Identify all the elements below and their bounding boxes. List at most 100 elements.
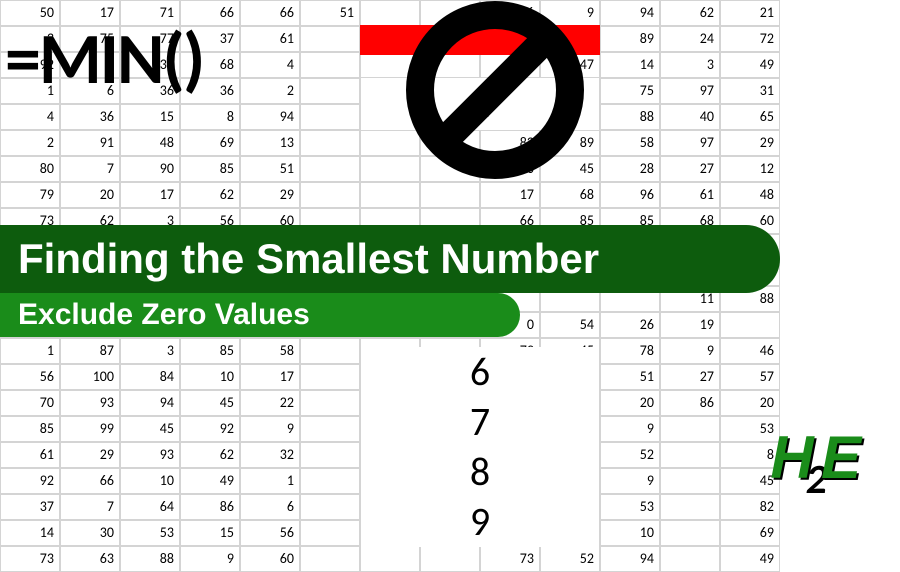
grid-cell: 94 <box>120 390 180 416</box>
grid-cell: 1 <box>0 338 60 364</box>
grid-cell: 21 <box>720 0 780 26</box>
grid-cell: 69 <box>720 520 780 546</box>
grid-cell: 12 <box>720 156 780 182</box>
grid-cell: 85 <box>180 156 240 182</box>
center-number-7: 7 <box>360 397 600 447</box>
grid-cell: 93 <box>60 390 120 416</box>
grid-cell: 30 <box>60 520 120 546</box>
grid-cell: 61 <box>660 182 720 208</box>
grid-cell: 17 <box>480 182 540 208</box>
grid-cell <box>300 338 360 364</box>
grid-cell: 93 <box>120 442 180 468</box>
grid-cell: 20 <box>600 390 660 416</box>
grid-cell <box>720 312 780 338</box>
grid-cell: 73 <box>0 546 60 572</box>
grid-cell: 45 <box>180 390 240 416</box>
h2e-logo: H2E <box>770 423 875 492</box>
grid-cell: 94 <box>600 546 660 572</box>
grid-cell <box>300 78 360 104</box>
grid-cell: 60 <box>240 546 300 572</box>
grid-cell: 66 <box>240 0 300 26</box>
grid-cell: 40 <box>660 104 720 130</box>
grid-cell: 56 <box>240 520 300 546</box>
grid-cell: 2 <box>0 130 60 156</box>
grid-cell: 46 <box>720 338 780 364</box>
grid-cell: 7 <box>60 156 120 182</box>
grid-cell <box>300 390 360 416</box>
grid-cell: 27 <box>660 364 720 390</box>
grid-cell: 62 <box>180 442 240 468</box>
grid-cell: 10 <box>180 364 240 390</box>
grid-cell: 29 <box>240 182 300 208</box>
grid-cell: 15 <box>120 104 180 130</box>
title-banner: Finding the Smallest Number <box>0 225 780 293</box>
grid-cell: 45 <box>120 416 180 442</box>
grid-cell: 86 <box>180 494 240 520</box>
grid-cell: 36 <box>60 104 120 130</box>
grid-cell: 9 <box>660 338 720 364</box>
grid-cell: 57 <box>720 364 780 390</box>
grid-cell: 37 <box>0 494 60 520</box>
grid-cell <box>360 182 420 208</box>
grid-cell <box>300 364 360 390</box>
grid-row: 79201762291768966148 <box>0 182 900 208</box>
grid-cell: 58 <box>240 338 300 364</box>
logo-e: E <box>821 424 861 491</box>
grid-row: 73638896073529449 <box>0 546 900 572</box>
grid-cell <box>300 130 360 156</box>
grid-cell <box>660 416 720 442</box>
grid-cell: 88 <box>120 546 180 572</box>
grid-cell: 14 <box>0 520 60 546</box>
grid-cell: 65 <box>720 104 780 130</box>
grid-cell: 82 <box>720 494 780 520</box>
grid-cell <box>300 468 360 494</box>
grid-cell: 9 <box>600 468 660 494</box>
grid-cell: 80 <box>0 156 60 182</box>
grid-cell: 100 <box>60 364 120 390</box>
grid-cell <box>420 182 480 208</box>
grid-cell: 26 <box>600 312 660 338</box>
grid-cell: 51 <box>240 156 300 182</box>
grid-cell: 92 <box>180 416 240 442</box>
grid-cell: 79 <box>0 182 60 208</box>
grid-cell: 85 <box>0 416 60 442</box>
grid-cell: 3 <box>660 52 720 78</box>
grid-cell: 6 <box>240 494 300 520</box>
grid-cell: 92 <box>0 468 60 494</box>
grid-cell: 32 <box>240 442 300 468</box>
grid-cell: 19 <box>660 312 720 338</box>
grid-cell: 29 <box>60 442 120 468</box>
grid-cell: 20 <box>720 390 780 416</box>
grid-cell: 13 <box>240 130 300 156</box>
grid-cell: 90 <box>120 156 180 182</box>
grid-cell: 48 <box>120 130 180 156</box>
grid-cell <box>300 156 360 182</box>
grid-cell: 89 <box>600 26 660 52</box>
grid-cell: 62 <box>660 0 720 26</box>
grid-cell: 52 <box>540 546 600 572</box>
grid-cell: 9 <box>180 546 240 572</box>
grid-cell: 7 <box>60 494 120 520</box>
grid-cell: 4 <box>0 104 60 130</box>
grid-cell <box>300 442 360 468</box>
grid-cell: 51 <box>300 0 360 26</box>
grid-cell: 17 <box>240 364 300 390</box>
grid-cell: 58 <box>600 130 660 156</box>
grid-cell: 29 <box>720 130 780 156</box>
grid-cell: 54 <box>540 312 600 338</box>
grid-cell <box>660 494 720 520</box>
grid-cell: 22 <box>240 390 300 416</box>
grid-cell: 66 <box>60 468 120 494</box>
grid-cell <box>300 182 360 208</box>
grid-cell: 1 <box>240 468 300 494</box>
center-number-9: 9 <box>360 497 600 547</box>
grid-cell: 61 <box>240 26 300 52</box>
grid-cell: 70 <box>0 390 60 416</box>
grid-cell: 53 <box>120 520 180 546</box>
grid-cell: 4 <box>240 52 300 78</box>
grid-cell: 87 <box>60 338 120 364</box>
grid-cell <box>420 546 480 572</box>
grid-cell: 62 <box>180 182 240 208</box>
title-text: Finding the Smallest Number <box>18 235 599 283</box>
grid-cell <box>300 52 360 78</box>
